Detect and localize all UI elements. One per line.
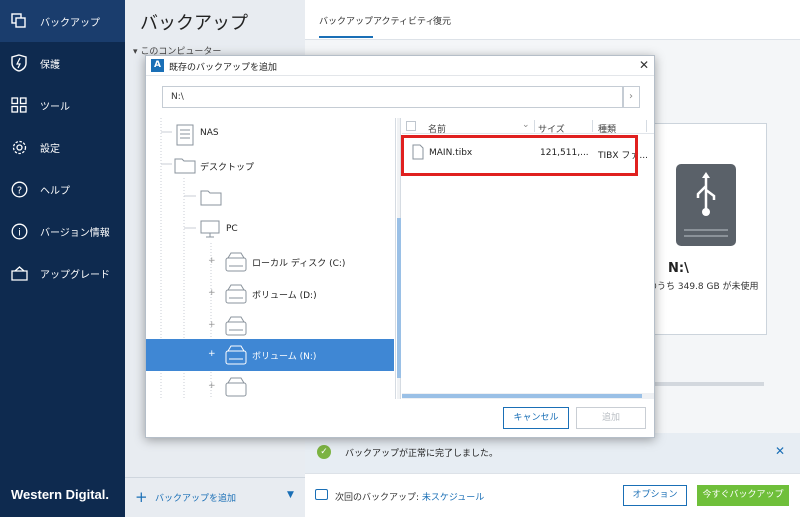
sidebar-nav: バックアップ 保護 ツール 設定 ? ヘルプ i バージョン情報 アップグレード (0, 0, 125, 517)
comment-icon (315, 489, 328, 500)
folder-tree: NAS デスクトップ PC + ローカル ディスク (C:) + ボリューム (… (146, 118, 396, 399)
chevron-down-icon: ⌄ (522, 120, 530, 130)
help-icon: ? (10, 180, 28, 198)
destination-card[interactable]: N:\ のうち 349.8 GB が未使用 (647, 123, 767, 335)
nav-item-backup[interactable]: バックアップ (0, 0, 125, 42)
tree-item-desktop[interactable]: デスクトップ (146, 150, 394, 182)
tab-backup[interactable]: バックアップ (319, 14, 374, 38)
scrollbar-thumb[interactable] (402, 394, 642, 398)
check-icon: ✓ (317, 445, 331, 459)
gear-icon (10, 138, 28, 156)
nav-item-settings[interactable]: 設定 (0, 126, 125, 168)
tree-item-drive-d[interactable]: + ボリューム (D:) (146, 278, 394, 310)
footer-bar: 次回のバックアップ: 未スケジュール オプション 今すぐバックアップ (305, 473, 800, 517)
tree-item-drive-n[interactable]: + ボリューム (N:) (146, 339, 394, 371)
nav-label: 設定 (40, 143, 60, 155)
column-divider[interactable] (592, 120, 593, 132)
svg-text:i: i (18, 227, 21, 238)
close-icon[interactable]: ✕ (639, 58, 649, 72)
nav-item-protection[interactable]: 保護 (0, 42, 125, 84)
close-icon[interactable]: ✕ (775, 444, 785, 458)
tree-item-folder[interactable] (146, 182, 394, 214)
tree-item-drive-c[interactable]: + ローカル ディスク (C:) (146, 246, 394, 278)
file-list-scrollbar[interactable] (402, 393, 654, 399)
nas-icon (176, 124, 194, 146)
status-bar: ✓ バックアップが正常に完了しました。 ✕ (305, 433, 800, 473)
chevron-down-icon[interactable]: ▼ (287, 490, 294, 500)
expand-icon[interactable]: + (208, 288, 216, 298)
nav-label: アップグレード (40, 269, 110, 281)
highlight-box (401, 135, 638, 176)
cart-icon (10, 264, 28, 282)
folder-icon (174, 158, 196, 174)
tab-restore[interactable]: 復元 (433, 14, 451, 27)
grid-icon (10, 96, 28, 114)
folder-icon (200, 190, 222, 206)
storage-usage-bar (654, 382, 764, 386)
nav-label: ヘルプ (40, 185, 70, 197)
expand-icon[interactable]: + (208, 320, 216, 330)
tab-activity[interactable]: アクティビティ (373, 14, 434, 27)
usb-drive-icon (676, 164, 736, 246)
tree-item-drive[interactable]: + (146, 310, 394, 342)
drive-name: N:\ (668, 261, 689, 276)
drive-icon (225, 252, 247, 272)
next-backup-info: 次回のバックアップ: 未スケジュール (335, 493, 485, 503)
options-button[interactable]: オプション (623, 485, 687, 506)
expand-icon[interactable]: + (208, 256, 216, 266)
scrollbar-thumb[interactable] (397, 218, 401, 378)
expand-icon[interactable]: + (208, 349, 216, 359)
column-divider[interactable] (534, 120, 535, 132)
add-backup-bar[interactable]: + バックアップを追加 ▼ (125, 477, 305, 517)
nav-label: ツール (40, 101, 70, 113)
brand-logo: Western Digital. (11, 487, 110, 502)
tree-item-drive[interactable]: + (146, 371, 394, 399)
add-button[interactable]: 追加 (576, 407, 646, 429)
status-message: バックアップが正常に完了しました。 (345, 449, 499, 459)
dialog-titlebar: A 既存のバックアップを追加 ✕ (146, 56, 654, 76)
tab-bar: バックアップ アクティビティ 復元 (305, 0, 800, 40)
computer-icon (200, 220, 220, 238)
add-existing-backup-dialog: A 既存のバックアップを追加 ✕ N:\ › NAS デスクトップ PC + ロ… (145, 55, 655, 438)
column-divider[interactable] (646, 120, 647, 132)
add-backup-button[interactable]: バックアップを追加 (155, 491, 236, 504)
drive-icon (225, 316, 247, 336)
drive-icon (225, 345, 247, 365)
column-name[interactable]: 名前 (428, 122, 446, 135)
select-all-checkbox[interactable] (406, 121, 416, 131)
nav-item-version-info[interactable]: i バージョン情報 (0, 210, 125, 252)
cancel-button[interactable]: キャンセル (503, 407, 569, 429)
nav-item-tools[interactable]: ツール (0, 84, 125, 126)
shield-icon (10, 54, 28, 72)
drive-icon (225, 377, 247, 397)
schedule-link[interactable]: 未スケジュール (422, 493, 484, 503)
path-input[interactable]: N:\ (162, 86, 624, 108)
expand-icon[interactable]: + (208, 381, 216, 391)
tree-item-nas[interactable]: NAS (146, 118, 394, 150)
nav-item-help[interactable]: ? ヘルプ (0, 168, 125, 210)
nav-label: 保護 (40, 59, 60, 71)
panel-title: バックアップ (140, 13, 248, 34)
chevron-right-icon[interactable]: › (622, 86, 640, 108)
nav-label: バックアップ (40, 17, 100, 29)
column-size[interactable]: サイズ (538, 122, 565, 135)
dialog-title: 既存のバックアップを追加 (169, 63, 278, 73)
tree-item-pc[interactable]: PC (146, 214, 394, 246)
info-icon: i (10, 222, 28, 240)
drive-icon (225, 284, 247, 304)
nav-label: バージョン情報 (40, 227, 110, 239)
backup-now-button[interactable]: 今すぐバックアップ (697, 485, 789, 506)
app-logo-icon: A (151, 59, 164, 72)
copy-icon (10, 12, 28, 30)
plus-icon: + (135, 488, 148, 506)
column-type[interactable]: 種類 (598, 122, 616, 135)
drive-free-space: のうち 349.8 GB が未使用 (648, 282, 759, 292)
file-list-header: 名前 ⌄ サイズ 種類 (402, 118, 654, 135)
svg-text:?: ? (16, 185, 21, 196)
nav-item-upgrade[interactable]: アップグレード (0, 252, 125, 294)
